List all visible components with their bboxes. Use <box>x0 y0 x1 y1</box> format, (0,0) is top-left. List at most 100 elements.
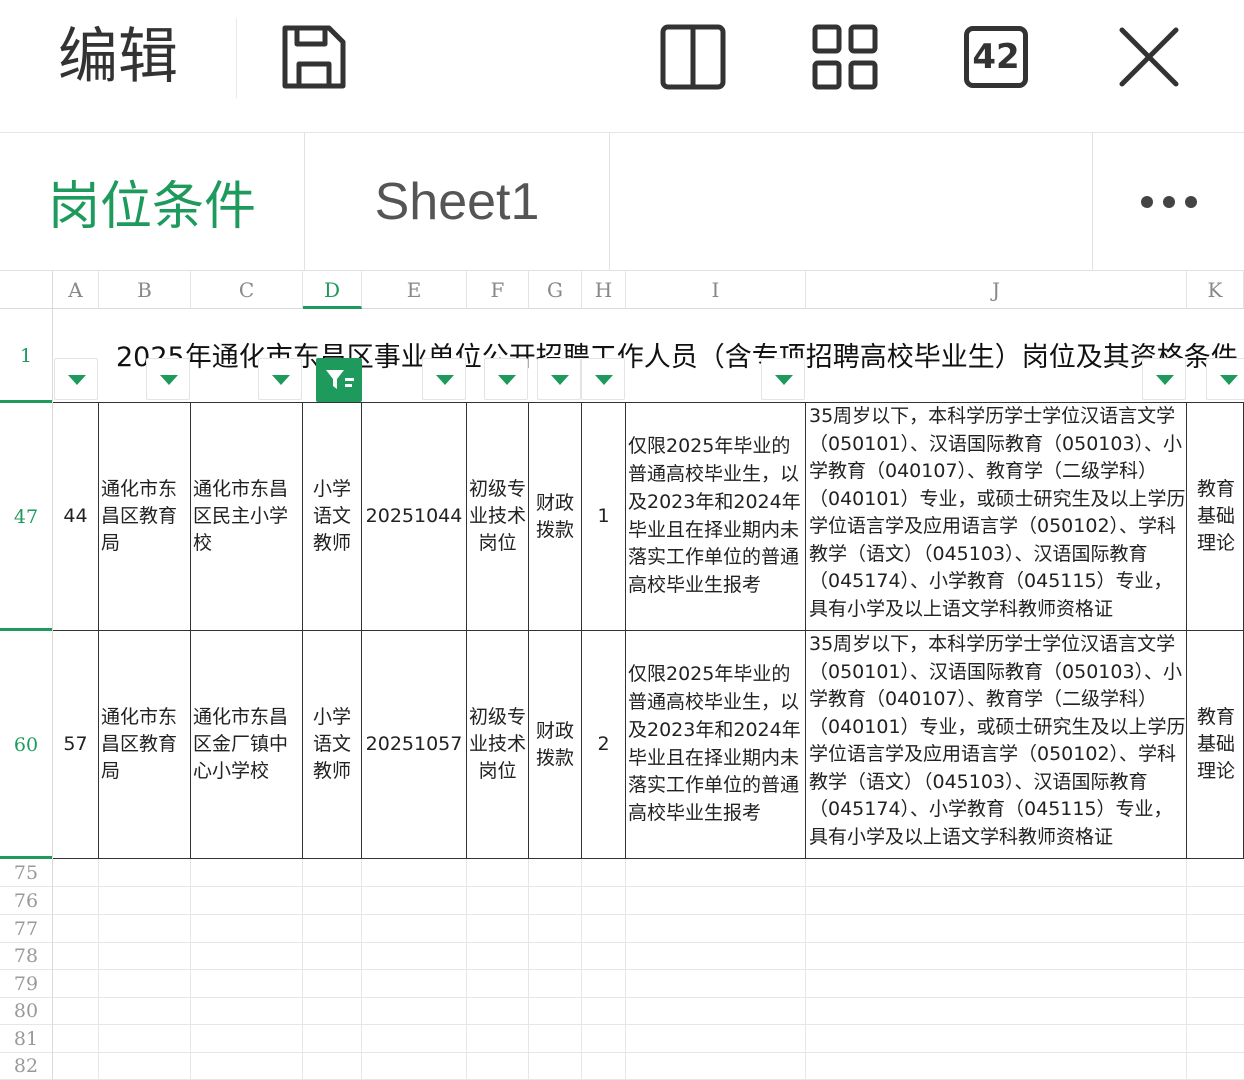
cell-text: 财政拨款 <box>535 719 574 769</box>
empty-row[interactable] <box>53 1025 1244 1053</box>
cell-b60[interactable]: 通化市东昌区教育局 <box>99 631 191 859</box>
filter-dropdown-g[interactable] <box>537 358 581 400</box>
grid-view-icon[interactable] <box>810 22 880 92</box>
split-view-icon[interactable] <box>658 22 728 92</box>
spreadsheet-grid[interactable]: A B C D E F G H I J K 1 2025年通化市东昌区事业单位公… <box>0 271 1244 1080</box>
cell-d60[interactable]: 小学语文教师 <box>303 631 362 859</box>
column-header-c[interactable]: C <box>191 271 303 309</box>
close-icon[interactable] <box>1114 22 1184 92</box>
tab-position-conditions[interactable]: 岗位条件 <box>0 133 305 270</box>
filter-dropdown-a[interactable] <box>54 358 98 400</box>
column-header-h[interactable]: H <box>582 271 626 309</box>
cell-d47[interactable]: 小学语文教师 <box>303 403 362 631</box>
select-all-corner[interactable] <box>0 271 53 309</box>
empty-row[interactable] <box>53 970 1244 998</box>
gridline <box>1186 859 1187 1080</box>
row-header-80[interactable]: 80 <box>0 998 53 1025</box>
cell-text: 教育基础理论 <box>1197 706 1236 782</box>
column-header-b[interactable]: B <box>99 271 191 309</box>
cell-g47[interactable]: 财政拨款 <box>529 403 582 631</box>
cell-text: 财政拨款 <box>535 491 574 541</box>
row-header-77[interactable]: 77 <box>0 915 53 943</box>
more-tabs-button[interactable] <box>1092 133 1244 270</box>
cell-text: 2 <box>597 733 610 755</box>
gridline <box>466 859 467 1080</box>
cell-text: 57 <box>63 733 88 755</box>
cell-i47[interactable]: 仅限2025年毕业的普通高校毕业生，以及2023年和2024年毕业且在择业期内未… <box>626 403 806 631</box>
gridline <box>528 859 529 1080</box>
more-dot-icon <box>1162 195 1175 208</box>
column-header-e[interactable]: E <box>362 271 467 309</box>
cell-c60[interactable]: 通化市东昌区金厂镇中心小学校 <box>191 631 303 859</box>
cell-text: 仅限2025年毕业的普通高校毕业生，以及2023年和2024年毕业且在择业期内未… <box>628 663 801 825</box>
cell-k60[interactable]: 教育基础理论 <box>1187 631 1244 859</box>
cell-h47[interactable]: 1 <box>582 403 626 631</box>
column-header-f[interactable]: F <box>467 271 529 309</box>
cell-text: 35周岁以下，本科学历学士学位汉语言文学（050101）、汉语国际教育（0501… <box>809 405 1186 620</box>
gridline <box>625 859 626 1080</box>
cell-i60[interactable]: 仅限2025年毕业的普通高校毕业生，以及2023年和2024年毕业且在择业期内未… <box>626 631 806 859</box>
cell-text: 通化市东昌区金厂镇中心小学校 <box>193 706 289 782</box>
cell-text: 20251057 <box>365 733 463 755</box>
filter-dropdown-b[interactable] <box>146 358 190 400</box>
cell-text: 20251044 <box>365 505 463 527</box>
tab-sheet1[interactable]: Sheet1 <box>305 133 610 270</box>
filter-dropdown-e[interactable] <box>422 358 466 400</box>
column-header-j[interactable]: J <box>806 271 1187 309</box>
edit-button[interactable]: 编辑 <box>58 22 178 92</box>
filter-dropdown-j[interactable] <box>1142 358 1186 400</box>
cell-c47[interactable]: 通化市东昌区民主小学校 <box>191 403 303 631</box>
row-header-60[interactable]: 60 <box>0 631 53 859</box>
save-icon[interactable] <box>279 22 349 92</box>
row-header-82[interactable]: 82 <box>0 1053 53 1080</box>
column-header-i[interactable]: I <box>626 271 806 309</box>
empty-row[interactable] <box>53 887 1244 915</box>
empty-row[interactable] <box>53 915 1244 943</box>
sheet-tab-bar: 岗位条件 Sheet1 <box>0 133 1244 271</box>
cell-j60[interactable]: 35周岁以下，本科学历学士学位汉语言文学（050101）、汉语国际教育（0501… <box>806 631 1187 859</box>
more-dot-icon <box>1184 195 1197 208</box>
filter-dropdown-i[interactable] <box>761 358 805 400</box>
column-header-k[interactable]: K <box>1187 271 1244 309</box>
cell-g60[interactable]: 财政拨款 <box>529 631 582 859</box>
cell-b47[interactable]: 通化市东昌区教育局 <box>99 403 191 631</box>
row-header-78[interactable]: 78 <box>0 943 53 970</box>
empty-row[interactable] <box>53 943 1244 970</box>
cell-f60[interactable]: 初级专业技术岗位 <box>467 631 529 859</box>
gridline <box>98 859 99 1080</box>
column-header-a[interactable]: A <box>53 271 99 309</box>
cell-k47[interactable]: 教育基础理论 <box>1187 403 1244 631</box>
more-dot-icon <box>1140 195 1153 208</box>
cell-e47[interactable]: 20251044 <box>362 403 467 631</box>
filter-dropdown-k[interactable] <box>1206 358 1244 400</box>
filter-active-d-icon[interactable] <box>316 358 362 402</box>
tab-count-icon[interactable]: 42 <box>964 26 1028 88</box>
column-header-d[interactable]: D <box>303 271 362 309</box>
cell-text: 1 <box>597 505 610 527</box>
filter-dropdown-h[interactable] <box>581 358 625 400</box>
filter-dropdown-c[interactable] <box>258 358 302 400</box>
cell-e60[interactable]: 20251057 <box>362 631 467 859</box>
empty-row[interactable] <box>53 1053 1244 1080</box>
cell-a47[interactable]: 44 <box>53 403 99 631</box>
empty-row[interactable] <box>53 998 1244 1025</box>
row-header-1[interactable]: 1 <box>0 309 53 403</box>
cell-text: 44 <box>63 505 88 527</box>
cell-j47[interactable]: 35周岁以下，本科学历学士学位汉语言文学（050101）、汉语国际教育（0501… <box>806 403 1187 631</box>
row-header-75[interactable]: 75 <box>0 859 53 887</box>
gridline <box>361 859 362 1080</box>
cell-text: 教育基础理论 <box>1197 478 1236 554</box>
cell-f47[interactable]: 初级专业技术岗位 <box>467 403 529 631</box>
cell-text: 初级专业技术岗位 <box>468 706 526 782</box>
column-header-g[interactable]: G <box>529 271 582 309</box>
cell-a60[interactable]: 57 <box>53 631 99 859</box>
empty-row[interactable] <box>53 859 1244 887</box>
row-header-76[interactable]: 76 <box>0 887 53 915</box>
gridline <box>190 859 191 1080</box>
filter-dropdown-f[interactable] <box>484 358 528 400</box>
row-header-81[interactable]: 81 <box>0 1025 53 1053</box>
cell-h60[interactable]: 2 <box>582 631 626 859</box>
row-header-79[interactable]: 79 <box>0 970 53 998</box>
cell-text: 初级专业技术岗位 <box>468 478 526 554</box>
row-header-47[interactable]: 47 <box>0 403 53 631</box>
